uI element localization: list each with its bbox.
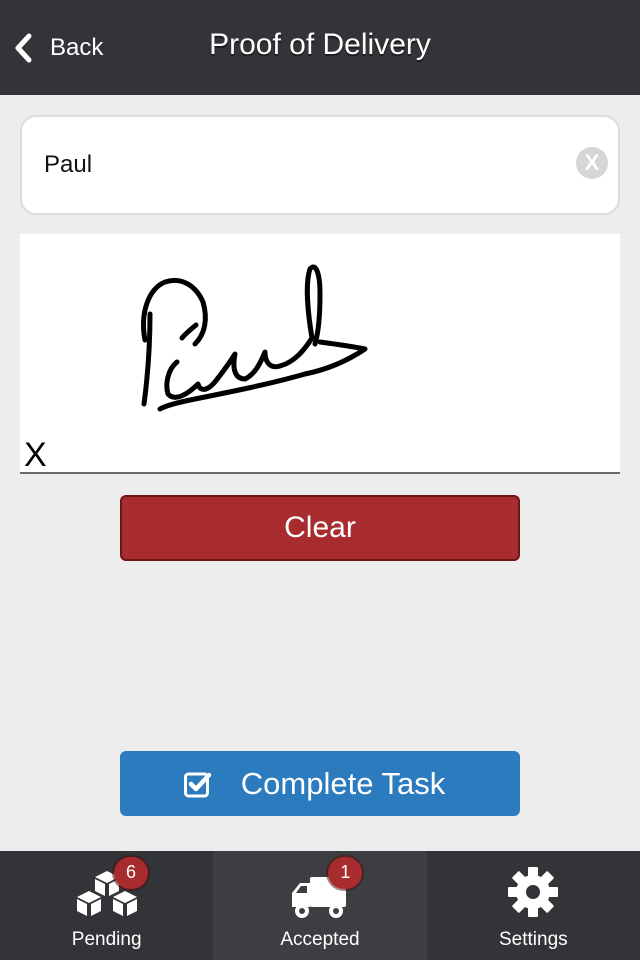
signer-name-input[interactable] [44, 145, 564, 185]
checkbox-checked-icon [183, 772, 212, 797]
signature-pad[interactable]: X [20, 234, 620, 474]
tab-accepted-label: Accepted [280, 929, 360, 950]
complete-task-button[interactable]: Complete Task [120, 751, 520, 816]
gear-icon [493, 863, 573, 923]
tab-accepted[interactable]: 1 Accepted [213, 851, 427, 960]
page-title: Proof of Delivery [209, 28, 431, 61]
clear-input-icon[interactable]: X [576, 147, 608, 179]
tab-bar: 6 Pending 1 Accepted Settings [0, 851, 640, 960]
tab-settings-label: Settings [498, 929, 568, 950]
signature-x-marker: X [24, 436, 47, 474]
nav-header: Back Proof of Delivery [0, 0, 640, 95]
signature-stroke [141, 264, 368, 412]
signer-name-field: X [20, 115, 620, 215]
tab-pending[interactable]: 6 Pending [0, 851, 213, 960]
tab-settings[interactable]: Settings [427, 851, 640, 960]
clear-signature-button[interactable]: Clear [120, 495, 520, 561]
accepted-count-badge: 1 [328, 857, 363, 889]
tab-pending-label: Pending [71, 929, 142, 950]
pending-count-badge: 6 [114, 857, 148, 889]
complete-task-label: Complete Task [240, 765, 446, 801]
